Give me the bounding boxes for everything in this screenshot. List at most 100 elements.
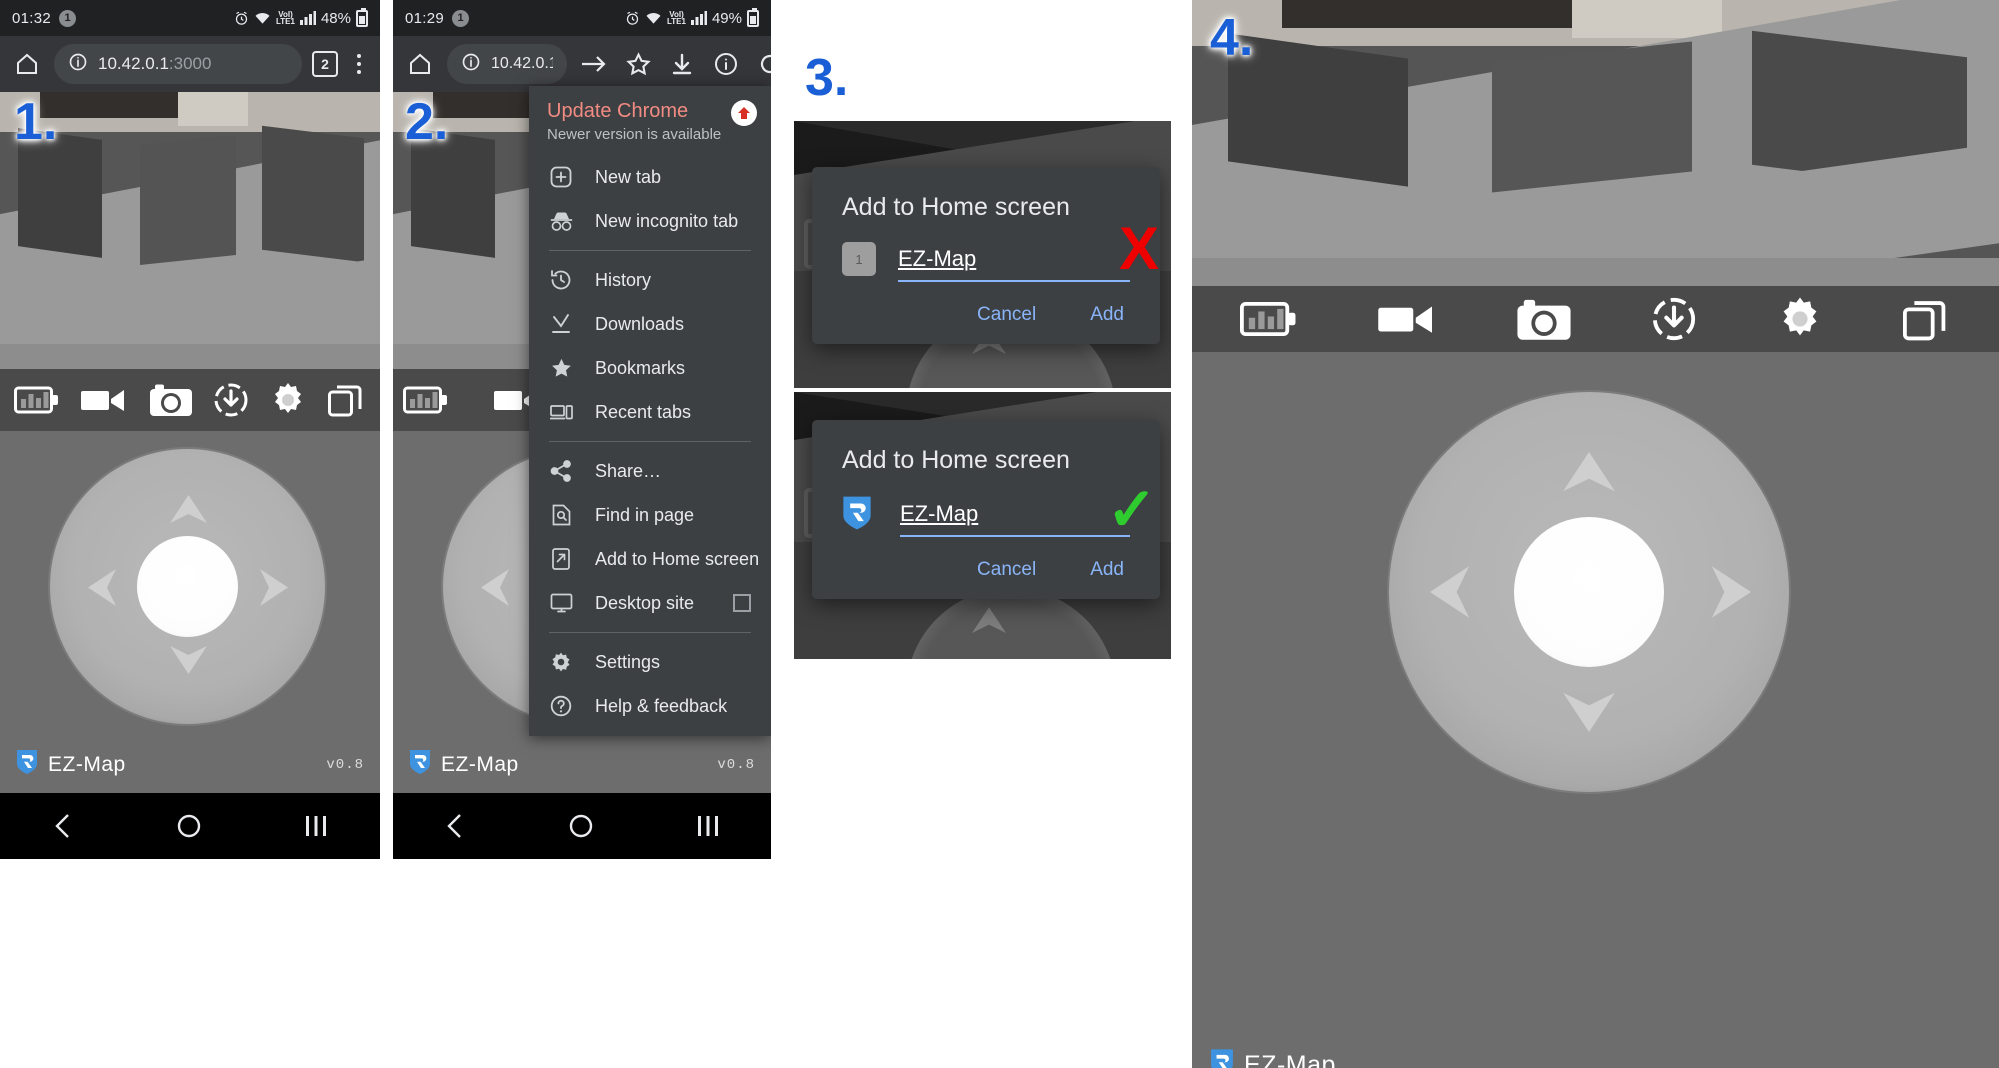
add-button[interactable]: Add — [1090, 304, 1124, 326]
screenshot-collage: 01:32 1 VoI) LTE1 48% 10.42.0.1:3000 2 E… — [0, 0, 1999, 1068]
wifi-icon — [254, 11, 271, 25]
menu-divider — [549, 632, 751, 633]
battery-status-icon[interactable] — [14, 385, 60, 415]
chrome-overflow-menu[interactable]: Update Chrome Newer version is available… — [529, 86, 771, 736]
nav-home-icon[interactable] — [177, 814, 201, 838]
omnibox[interactable]: 10.42.0.1:3000 — [54, 44, 302, 84]
map-viewport[interactable] — [1192, 0, 1999, 286]
joystick-down-arrow[interactable] — [1563, 690, 1615, 732]
joystick-down-arrow[interactable] — [170, 644, 207, 674]
ezmap-shield-icon — [1210, 1048, 1234, 1068]
new-tab-icon — [549, 166, 573, 188]
nav-back-icon[interactable] — [52, 813, 74, 839]
joystick-up-arrow[interactable] — [170, 495, 207, 525]
shortcut-name-input[interactable]: EZ-Map — [900, 501, 1130, 537]
home-icon[interactable] — [10, 47, 44, 81]
menu-label: Settings — [595, 651, 661, 672]
page-info-circle-icon[interactable] — [709, 47, 743, 81]
menu-item-add-to-home-screen[interactable]: Add to Home screen — [529, 537, 771, 581]
menu-item-find-in-page[interactable]: Find in page — [529, 493, 771, 537]
battery-status-icon[interactable] — [403, 385, 449, 415]
notification-count-badge: 1 — [59, 9, 77, 27]
menu-item-history[interactable]: History — [529, 258, 771, 302]
menu-item-new-incognito-tab[interactable]: New incognito tab — [529, 199, 771, 243]
layers-icon[interactable] — [1903, 298, 1951, 341]
chrome-menu-button[interactable] — [348, 54, 370, 74]
menu-item-desktop-site[interactable]: Desktop site — [529, 581, 771, 625]
volte-icon: VoI) LTE1 — [276, 10, 295, 26]
menu-item-bookmarks[interactable]: Bookmarks — [529, 346, 771, 390]
forward-icon[interactable] — [577, 47, 611, 81]
menu-item-downloads[interactable]: Downloads — [529, 302, 771, 346]
joystick-area[interactable] — [1192, 352, 1999, 996]
download-icon[interactable] — [213, 382, 249, 418]
star-icon[interactable] — [621, 47, 655, 81]
menu-item-settings[interactable]: Settings — [529, 640, 771, 684]
menu-label: Recent tabs — [595, 401, 692, 422]
settings-gear-icon[interactable] — [1776, 295, 1824, 343]
add-to-home-dialog-bad[interactable]: Add to Home screen 1 EZ-Map Cancel Add — [812, 167, 1160, 344]
reload-icon[interactable] — [753, 47, 771, 81]
camera-icon[interactable] — [149, 383, 193, 417]
page-info-icon[interactable] — [461, 52, 481, 77]
cancel-button[interactable]: Cancel — [977, 304, 1036, 326]
joystick-knob[interactable] — [1514, 517, 1664, 667]
battery-percent: 49% — [711, 9, 742, 27]
brand-name: EZ-Map — [1244, 1050, 1336, 1068]
menu-item-help-feedback[interactable]: Help & feedback — [529, 684, 771, 728]
status-indicators: VoI) LTE1 49% — [625, 7, 759, 27]
signal-icon — [299, 11, 316, 25]
joystick-right-arrow[interactable] — [1709, 566, 1751, 618]
ezmap-shield-icon — [409, 749, 431, 780]
alarm-icon — [234, 11, 249, 26]
status-bar: 01:29 1 VoI) LTE1 49% — [393, 0, 771, 36]
downloads-icon — [549, 313, 573, 335]
battery-percent: 48% — [320, 9, 351, 27]
step-number-3: 3. — [805, 49, 849, 107]
add-button[interactable]: Add — [1090, 559, 1124, 581]
joystick-left-arrow[interactable] — [1430, 566, 1472, 618]
menu-item-recent-tabs[interactable]: Recent tabs — [529, 390, 771, 434]
menu-item-share[interactable]: Share… — [529, 449, 771, 493]
joystick-knob[interactable] — [137, 536, 238, 637]
notification-count-badge: 1 — [452, 9, 470, 27]
desktop-site-checkbox[interactable] — [733, 594, 751, 612]
joystick-right-arrow[interactable] — [258, 569, 288, 606]
video-record-icon[interactable] — [1377, 300, 1437, 338]
battery-status-icon[interactable] — [1239, 300, 1298, 338]
dialog-actions: Cancel Add — [812, 282, 1160, 344]
nav-recents-icon[interactable] — [696, 815, 720, 837]
page-info-icon[interactable] — [68, 52, 88, 77]
download-icon[interactable] — [1651, 296, 1697, 342]
home-icon[interactable] — [403, 47, 437, 81]
omnibox[interactable]: 10.42.0.1 — [447, 44, 567, 84]
joystick-area[interactable] — [0, 431, 380, 736]
help-icon — [549, 695, 573, 717]
menu-label: Find in page — [595, 504, 695, 525]
cancel-button[interactable]: Cancel — [977, 559, 1036, 581]
signal-icon — [690, 11, 707, 25]
update-chrome-item[interactable]: Update Chrome Newer version is available — [529, 86, 771, 155]
video-record-icon[interactable] — [80, 385, 128, 415]
ezmap-shield-icon — [842, 495, 878, 535]
battery-icon — [356, 7, 368, 27]
nav-back-icon[interactable] — [444, 813, 466, 839]
settings-gear-icon[interactable] — [269, 381, 307, 419]
camera-icon[interactable] — [1516, 298, 1572, 341]
menu-label: New incognito tab — [595, 210, 739, 231]
menu-label: Add to Home screen — [595, 548, 760, 569]
download-icon[interactable] — [665, 47, 699, 81]
phone-panel-3: 3. Add to Home screen 1 EZ-Map Cancel Ad… — [780, 0, 1180, 1068]
layers-icon[interactable] — [327, 383, 366, 417]
nav-recents-icon[interactable] — [304, 815, 328, 837]
shortcut-name-input[interactable]: EZ-Map — [898, 246, 1130, 282]
tab-switcher-button[interactable]: 2 — [312, 51, 338, 77]
menu-divider — [549, 441, 751, 442]
joystick-up-arrow[interactable] — [1563, 452, 1615, 494]
nav-home-icon[interactable] — [569, 814, 593, 838]
menu-item-new-tab[interactable]: New tab — [529, 155, 771, 199]
desktop-site-icon — [549, 593, 573, 613]
joystick-left-arrow[interactable] — [481, 569, 511, 606]
joystick-left-arrow[interactable] — [88, 569, 118, 606]
menu-label: History — [595, 269, 652, 290]
